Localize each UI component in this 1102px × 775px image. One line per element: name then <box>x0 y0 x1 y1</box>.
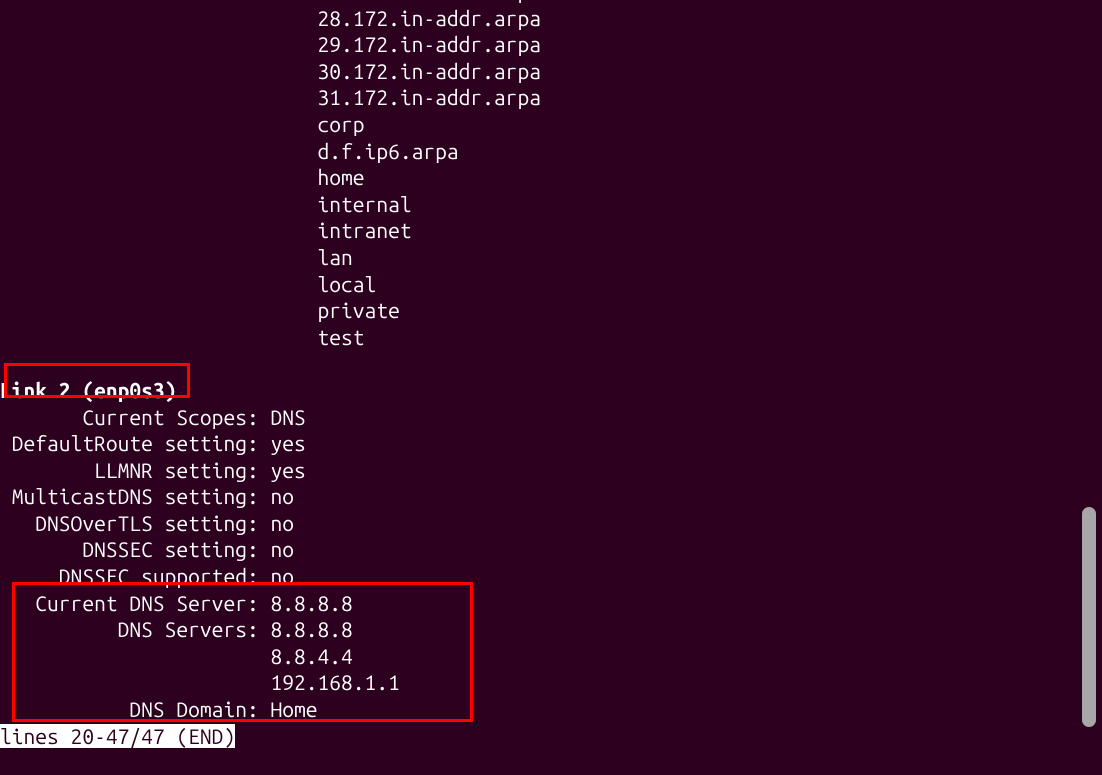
kv-row: DNSSEC supported: no <box>0 563 1102 590</box>
dns-domain-entry: 28.172.in-addr.arpa <box>0 5 1102 32</box>
dns-domain-entry: lan <box>0 244 1102 271</box>
dns-domain-entry: d.f.ip6.arpa <box>0 138 1102 165</box>
dns-domain-entry: 30.172.in-addr.arpa <box>0 58 1102 85</box>
kv-row: Current Scopes: DNS <box>0 404 1102 431</box>
dns-domain-entry: 29.172.in-addr.arpa <box>0 31 1102 58</box>
kv-row: 8.8.4.4 <box>0 643 1102 670</box>
dns-domain-entry: corp <box>0 111 1102 138</box>
dns-domain-entry: private <box>0 297 1102 324</box>
blank-line <box>0 350 1102 377</box>
dns-domain-entry: 31.172.in-addr.arpa <box>0 84 1102 111</box>
kv-row: DefaultRoute setting: yes <box>0 430 1102 457</box>
dns-domain-entry: internal <box>0 191 1102 218</box>
dns-domain-entry: intranet <box>0 217 1102 244</box>
kv-row: DNSOverTLS setting: no <box>0 510 1102 537</box>
dns-domain-entry: local <box>0 271 1102 298</box>
kv-row: Current DNS Server: 8.8.8.8 <box>0 590 1102 617</box>
link-heading: Link 2 (enp0s3) <box>0 377 1102 404</box>
scrollbar-thumb[interactable] <box>1082 507 1096 727</box>
kv-row: DNSSEC setting: no <box>0 536 1102 563</box>
pager-status-line: lines 20-47/47 (END) <box>0 723 1102 750</box>
kv-row: LLMNR setting: yes <box>0 457 1102 484</box>
terminal-viewport[interactable]: 27.172.in-addr.arpa 28.172.in-addr.arpa … <box>0 0 1102 753</box>
dns-domain-entry: test <box>0 324 1102 351</box>
kv-row: MulticastDNS setting: no <box>0 483 1102 510</box>
kv-row: 192.168.1.1 <box>0 669 1102 696</box>
dns-domain-entry: home <box>0 164 1102 191</box>
kv-row: DNS Servers: 8.8.8.8 <box>0 616 1102 643</box>
kv-row: DNS Domain: Home <box>0 696 1102 723</box>
